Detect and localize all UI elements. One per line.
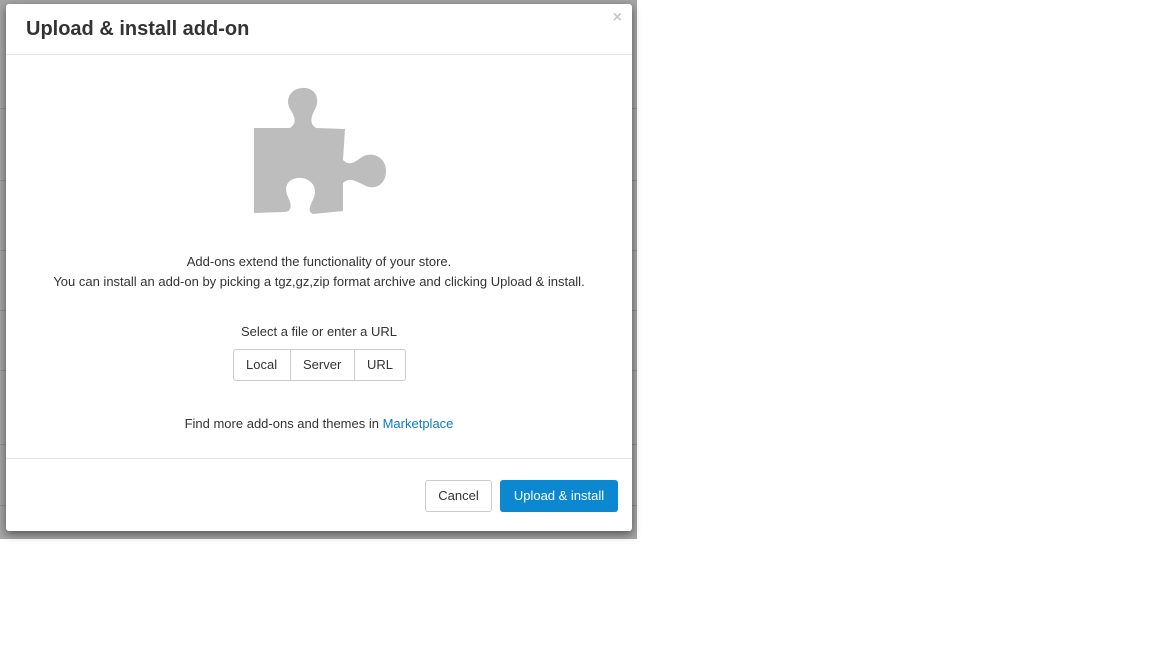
- local-source-button[interactable]: Local: [234, 350, 291, 380]
- select-source-label: Select a file or enter a URL: [240, 324, 398, 339]
- close-icon[interactable]: ×: [613, 10, 622, 26]
- cancel-button[interactable]: Cancel: [425, 480, 492, 512]
- dialog-header: Upload & install add-on ×: [6, 4, 632, 55]
- url-source-button[interactable]: URL: [355, 350, 405, 380]
- file-source-button-group: Local Server URL: [233, 349, 406, 381]
- puzzle-piece-icon: [254, 87, 386, 214]
- server-source-button[interactable]: Server: [291, 350, 355, 380]
- dialog-title: Upload & install add-on: [26, 18, 250, 40]
- dialog-footer: Cancel Upload & install: [6, 458, 632, 532]
- dialog-body: Add-ons extend the functionality of your…: [6, 55, 632, 457]
- marketplace-note-text: Find more add-ons and themes in: [184, 416, 379, 431]
- marketplace-link[interactable]: Marketplace: [383, 416, 454, 431]
- description-line-1: Add-ons extend the functionality of your…: [186, 254, 452, 269]
- upload-install-button[interactable]: Upload & install: [500, 480, 618, 512]
- description-line-2: You can install an add-on by picking a t…: [53, 274, 585, 289]
- upload-addon-dialog: Upload & install add-on × Add-ons extend…: [6, 4, 632, 531]
- marketplace-note: Find more add-ons and themes in Marketpl…: [6, 416, 632, 431]
